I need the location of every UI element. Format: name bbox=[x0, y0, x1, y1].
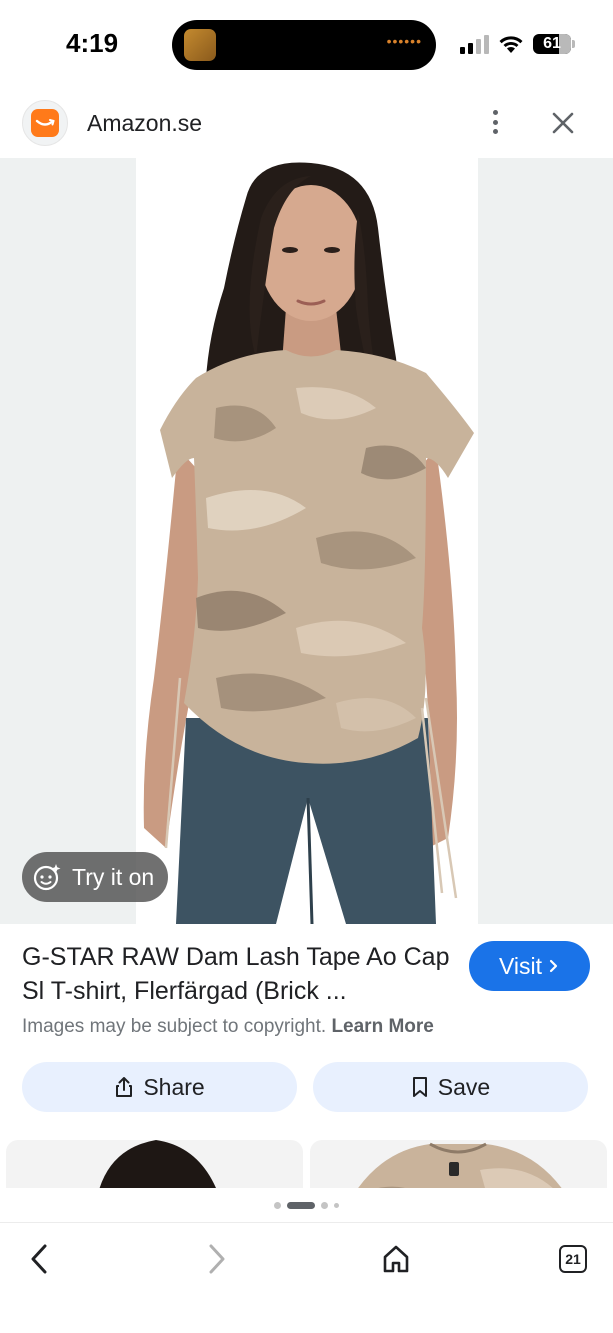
browser-toolbar: 21 bbox=[0, 1222, 613, 1333]
copyright-text: Images may be subject to copyright. bbox=[22, 1016, 327, 1037]
amazon-logo-icon bbox=[31, 109, 59, 137]
related-images bbox=[0, 1140, 613, 1188]
home-icon bbox=[383, 1245, 409, 1273]
battery-icon: 61 bbox=[533, 34, 571, 54]
status-bar: 4:19 •••••• 61 bbox=[0, 0, 613, 92]
pager-dot bbox=[274, 1201, 281, 1209]
share-button[interactable]: Share bbox=[22, 1062, 297, 1112]
home-button[interactable] bbox=[374, 1237, 418, 1281]
related-thumbnail-hair bbox=[99, 1140, 216, 1188]
chevron-right-icon bbox=[209, 1244, 225, 1274]
product-title[interactable]: G-STAR RAW Dam Lash Tape Ao Cap Sl T-shi… bbox=[22, 940, 452, 1008]
image-pager bbox=[0, 1198, 613, 1212]
related-image-card[interactable] bbox=[310, 1140, 607, 1188]
status-icons: 61 bbox=[460, 32, 575, 56]
now-playing-thumbnail bbox=[184, 29, 216, 61]
forward-button[interactable] bbox=[194, 1237, 238, 1281]
cellular-signal-icon bbox=[460, 34, 489, 54]
wifi-icon bbox=[499, 36, 523, 53]
share-icon bbox=[116, 1077, 133, 1097]
back-button[interactable] bbox=[18, 1237, 62, 1281]
learn-more-link[interactable]: Learn More bbox=[331, 1016, 433, 1037]
share-label: Share bbox=[143, 1073, 205, 1100]
try-it-on-label: Try it on bbox=[72, 863, 155, 890]
related-thumbnail-tshirt bbox=[358, 1142, 562, 1188]
product-info: G-STAR RAW Dam Lash Tape Ao Cap Sl T-shi… bbox=[0, 924, 613, 1140]
site-name[interactable]: Amazon.se bbox=[87, 110, 202, 137]
pager-dot-active bbox=[287, 1201, 315, 1209]
save-label: Save bbox=[437, 1073, 491, 1100]
status-time: 4:19 bbox=[66, 28, 119, 58]
site-favicon[interactable] bbox=[22, 100, 68, 146]
site-header: Amazon.se bbox=[0, 92, 613, 158]
tab-switcher-button[interactable]: 21 bbox=[551, 1237, 595, 1281]
copyright-notice: Images may be subject to copyright. Lear… bbox=[22, 1016, 434, 1038]
visit-label: Visit bbox=[498, 952, 543, 979]
pager-dot bbox=[321, 1201, 328, 1209]
dynamic-island: •••••• bbox=[172, 20, 436, 70]
chevron-right-icon bbox=[549, 959, 558, 973]
bookmark-icon bbox=[412, 1077, 427, 1097]
save-button[interactable]: Save bbox=[313, 1062, 588, 1112]
product-photo bbox=[136, 158, 478, 924]
related-image-card[interactable] bbox=[6, 1140, 303, 1188]
visit-button[interactable]: Visit bbox=[469, 941, 590, 991]
chevron-left-icon bbox=[31, 1244, 47, 1274]
tab-count: 21 bbox=[559, 1245, 587, 1273]
face-sparkle-icon bbox=[33, 864, 61, 891]
try-it-on-button[interactable]: Try it on bbox=[22, 852, 169, 902]
activity-indicator-icon: •••••• bbox=[386, 33, 422, 49]
battery-level: 61 bbox=[543, 35, 561, 52]
pager-dot bbox=[334, 1202, 339, 1208]
product-image-viewer[interactable]: Try it on bbox=[0, 158, 613, 924]
more-options-icon[interactable] bbox=[484, 106, 506, 138]
model-tshirt-illustration bbox=[143, 162, 474, 924]
close-icon[interactable] bbox=[548, 108, 578, 138]
